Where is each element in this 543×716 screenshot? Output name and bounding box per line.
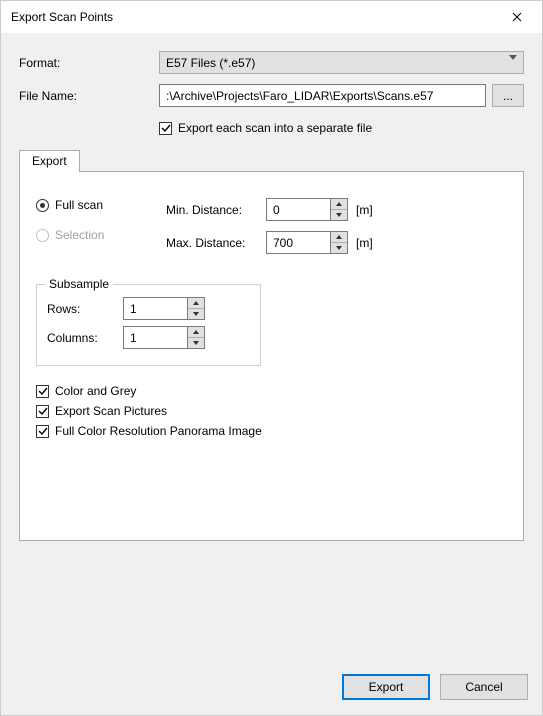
filename-label: File Name: (19, 89, 159, 103)
min-distance-unit: [m] (356, 203, 373, 217)
separate-file-row: Export each scan into a separate file (159, 121, 524, 135)
format-row: Format: E57 Files (*.e57) (19, 51, 524, 74)
rows-down[interactable] (188, 309, 204, 319)
rows-spinner (123, 297, 205, 320)
radio-selection: Selection (36, 228, 166, 242)
check-icon (161, 123, 171, 133)
arrow-up-icon (336, 235, 342, 239)
min-distance-spinner (266, 198, 348, 221)
dialog-footer: Export Cancel (1, 659, 542, 715)
columns-input[interactable] (123, 326, 188, 349)
rows-spin-buttons (188, 297, 205, 320)
max-distance-unit: [m] (356, 236, 373, 250)
arrow-down-icon (193, 312, 199, 316)
tab-export-label: Export (32, 154, 67, 168)
columns-up[interactable] (188, 327, 204, 338)
check-icon (38, 386, 48, 396)
arrow-down-icon (336, 213, 342, 217)
rows-row: Rows: (47, 297, 250, 320)
check-icon (38, 426, 48, 436)
arrow-down-icon (336, 246, 342, 250)
export-dialog: Export Scan Points Format: E57 Files (*.… (0, 0, 543, 716)
tab-export[interactable]: Export (19, 150, 80, 172)
subsample-legend: Subsample (45, 277, 113, 291)
radio-full-scan[interactable]: Full scan (36, 198, 166, 212)
export-button-label: Export (369, 680, 404, 694)
tab-panel: Full scan Selection Min. Distance: (19, 171, 524, 541)
arrow-down-icon (193, 341, 199, 345)
panorama-row: Full Color Resolution Panorama Image (36, 424, 507, 438)
export-pictures-row: Export Scan Pictures (36, 404, 507, 418)
columns-row: Columns: (47, 326, 250, 349)
browse-label: ... (503, 89, 513, 103)
max-distance-row: Max. Distance: [m] (166, 231, 507, 254)
max-distance-spin-buttons (331, 231, 348, 254)
tab-host: Export Full scan Selection (19, 149, 524, 659)
min-distance-input[interactable] (266, 198, 331, 221)
radio-selection-label: Selection (55, 228, 104, 242)
tab-strip: Export (19, 149, 524, 171)
browse-button[interactable]: ... (492, 84, 524, 107)
min-distance-row: Min. Distance: [m] (166, 198, 507, 221)
min-distance-spin-buttons (331, 198, 348, 221)
scan-options-row: Full scan Selection Min. Distance: (36, 198, 507, 264)
arrow-up-icon (193, 301, 199, 305)
format-select[interactable]: E57 Files (*.e57) (159, 51, 524, 74)
close-button[interactable] (494, 2, 540, 32)
radio-full-label: Full scan (55, 198, 103, 212)
rows-input[interactable] (123, 297, 188, 320)
min-distance-down[interactable] (331, 210, 347, 220)
color-grey-label: Color and Grey (55, 384, 136, 398)
arrow-up-icon (336, 202, 342, 206)
max-distance-spinner (266, 231, 348, 254)
format-value: E57 Files (*.e57) (166, 56, 255, 70)
rows-up[interactable] (188, 298, 204, 309)
max-distance-down[interactable] (331, 243, 347, 253)
color-grey-checkbox[interactable] (36, 385, 49, 398)
columns-spin-buttons (188, 326, 205, 349)
dialog-body: Format: E57 Files (*.e57) File Name: ...… (1, 33, 542, 659)
panorama-checkbox[interactable] (36, 425, 49, 438)
radio-dot-icon (36, 199, 49, 212)
panorama-label: Full Color Resolution Panorama Image (55, 424, 262, 438)
export-button[interactable]: Export (342, 674, 430, 700)
max-distance-input[interactable] (266, 231, 331, 254)
max-distance-up[interactable] (331, 232, 347, 243)
filename-input[interactable] (159, 84, 486, 107)
cancel-button-label: Cancel (465, 680, 502, 694)
window-title: Export Scan Points (11, 10, 494, 24)
titlebar: Export Scan Points (1, 1, 542, 33)
filename-row: File Name: ... (19, 84, 524, 107)
columns-label: Columns: (47, 331, 123, 345)
format-label: Format: (19, 56, 159, 70)
check-icon (38, 406, 48, 416)
cancel-button[interactable]: Cancel (440, 674, 528, 700)
max-distance-label: Max. Distance: (166, 236, 266, 250)
separate-file-checkbox[interactable] (159, 122, 172, 135)
radio-column: Full scan Selection (36, 198, 166, 258)
columns-down[interactable] (188, 338, 204, 348)
chevron-down-icon (509, 60, 517, 74)
color-grey-row: Color and Grey (36, 384, 507, 398)
export-pictures-label: Export Scan Pictures (55, 404, 167, 418)
export-pictures-checkbox[interactable] (36, 405, 49, 418)
subsample-fieldset: Subsample Rows: Columns: (36, 284, 261, 366)
radio-dot-icon (36, 229, 49, 242)
min-distance-up[interactable] (331, 199, 347, 210)
columns-spinner (123, 326, 205, 349)
separate-file-label: Export each scan into a separate file (178, 121, 372, 135)
rows-label: Rows: (47, 302, 123, 316)
arrow-up-icon (193, 330, 199, 334)
close-icon (512, 12, 522, 22)
distance-column: Min. Distance: [m] Max. Dis (166, 198, 507, 264)
min-distance-label: Min. Distance: (166, 203, 266, 217)
